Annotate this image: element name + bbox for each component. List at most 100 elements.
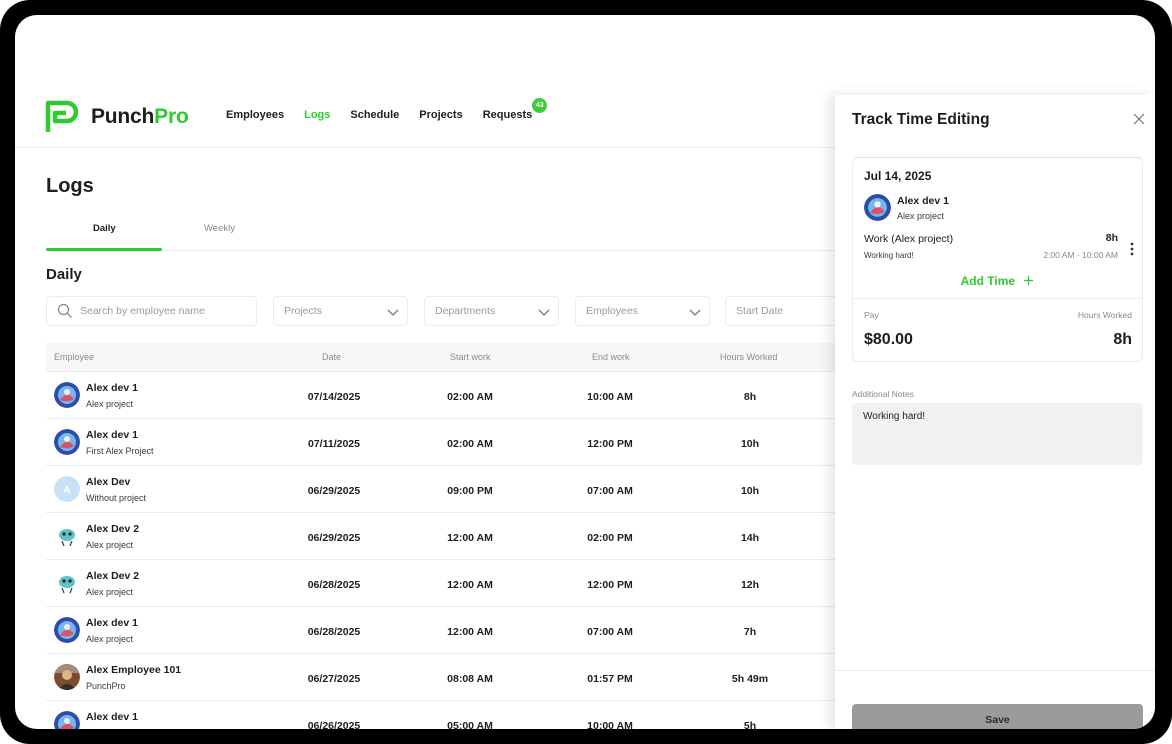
nav-item-employees[interactable]: Employees (226, 109, 284, 121)
additional-notes-field[interactable]: Working hard! (852, 403, 1143, 465)
svg-text:A: A (63, 485, 70, 496)
nav-item-projects[interactable]: Projects (419, 109, 462, 121)
section-title: Daily (46, 266, 82, 283)
departments-select[interactable]: Departments (424, 296, 559, 326)
table-row[interactable]: Alex dev 1 First Alex Project 07/11/2025 02… (46, 419, 836, 466)
column-header-date: Date (322, 352, 342, 362)
work-label: Work (Alex project) (864, 233, 954, 245)
entry-employee-name: Alex dev 1 (897, 195, 949, 207)
column-header-start-work: Start work (450, 352, 491, 362)
avatar (54, 523, 80, 549)
work-time-range: 2:00 AM - 10:00 AM (1043, 250, 1118, 260)
start-date-placeholder: Start Date (736, 305, 784, 317)
employee-name: Alex dev 1 (86, 429, 138, 441)
column-header-hours-worked: Hours Worked (720, 352, 778, 362)
cell-end-work: 07:00 AM (587, 626, 633, 638)
avatar (54, 617, 80, 643)
add-time-label: Add Time (960, 274, 1016, 288)
avatar (54, 664, 80, 690)
cell-start-work: 12:00 AM (447, 579, 493, 591)
cell-end-work: 07:00 AM (587, 485, 633, 497)
photo-avatar-icon (864, 194, 891, 221)
chevron-down-icon (689, 309, 701, 316)
cell-end-work: 12:00 PM (587, 579, 633, 591)
cell-start-work: 12:00 AM (447, 532, 493, 544)
table-header: Employee Date Start work End work Hours … (46, 343, 836, 372)
cell-hours-worked: 12h (740, 579, 760, 591)
search-input[interactable]: Search by employee name (46, 296, 257, 326)
table-row[interactable]: Alex dev 1 Alex project 07/14/2025 02:00 AM… (46, 372, 836, 419)
employee-name: Alex dev 1 (86, 711, 138, 723)
entry-date: Jul 14, 2025 (864, 169, 932, 183)
photo-avatar-icon (54, 711, 80, 729)
cell-start-work: 12:00 AM (447, 626, 493, 638)
cell-start-work: 08:08 AM (447, 673, 493, 685)
avatar (54, 711, 80, 729)
tab-weekly[interactable]: Weekly (204, 223, 235, 234)
cell-start-work: 05:00 AM (447, 720, 493, 729)
tab-daily[interactable]: Daily (93, 223, 116, 234)
table-row[interactable]: A Alex Dev Without project 06/29/2025 09:00 … (46, 466, 836, 513)
employees-select-label: Employees (586, 305, 638, 317)
avatar (54, 429, 80, 455)
active-tab-indicator (46, 248, 162, 251)
avatar (864, 194, 891, 221)
avatar (54, 570, 80, 596)
nav-item-requests-label: Requests (482, 109, 533, 121)
brand-name-part1: Punch (91, 105, 155, 128)
table-row[interactable]: Alex dev 1 Alex project 06/28/2025 12:00 AM… (46, 607, 836, 654)
avatar: A (54, 476, 80, 502)
initial-avatar-icon: A (54, 476, 80, 502)
departments-select-label: Departments (435, 305, 496, 317)
cell-end-work: 02:00 PM (587, 532, 633, 544)
logs-table: Employee Date Start work End work Hours … (46, 343, 836, 729)
cell-date: 06/28/2025 (307, 579, 361, 591)
pay-label: Pay (864, 310, 879, 320)
close-icon[interactable] (1133, 113, 1145, 125)
cell-start-work: 02:00 AM (447, 391, 493, 403)
column-header-employee: Employee (54, 352, 95, 362)
cell-hours-worked: 10h (740, 438, 760, 450)
projects-select-label: Projects (284, 305, 322, 317)
start-date-input[interactable]: Start Date (725, 296, 836, 326)
cell-date: 07/14/2025 (307, 391, 361, 403)
cell-hours-worked: 5h 49m (731, 673, 769, 685)
view-tabs: Daily Weekly (46, 220, 836, 251)
table-row[interactable]: Alex Employee 101 PunchPro 06/27/2025 08:08… (46, 654, 836, 701)
time-entry-card: Jul 14, 2025 Alex dev 1 Alex project Wor… (852, 157, 1143, 362)
table-row[interactable]: Alex Dev 2 Alex project 06/29/2025 12:00 AM… (46, 513, 836, 560)
plus-icon (1024, 275, 1034, 286)
main-nav: Employees Logs Schedule Projects Request… (226, 98, 552, 121)
nav-item-requests[interactable]: Requests 43 (482, 98, 548, 121)
table-row[interactable]: Alex Dev 2 Alex project 06/28/2025 12:00 AM… (46, 560, 836, 607)
employee-name: Alex Dev 2 (86, 570, 140, 582)
brand-wordmark: PunchPro (91, 105, 189, 129)
cell-end-work: 01:57 PM (587, 673, 633, 685)
cell-start-work: 09:00 PM (447, 485, 493, 497)
employee-name: Alex Dev (86, 476, 131, 488)
avatar (54, 382, 80, 408)
employee-project: Alex project (86, 540, 134, 550)
more-options-icon[interactable] (1130, 242, 1134, 256)
card-divider (853, 298, 1142, 299)
pay-value: $80.00 (864, 331, 913, 348)
work-note: Working hard! (864, 251, 914, 260)
nav-item-schedule[interactable]: Schedule (350, 109, 399, 121)
projects-select[interactable]: Projects (273, 296, 408, 326)
add-time-button[interactable]: Add Time (853, 274, 1142, 288)
employee-project: Without project (86, 493, 147, 503)
employees-select[interactable]: Employees (575, 296, 710, 326)
cell-date: 06/29/2025 (307, 532, 361, 544)
cell-end-work: 10:00 AM (587, 720, 633, 729)
employee-project: PunchPro (86, 681, 126, 691)
cell-date: 06/26/2025 (307, 720, 361, 729)
brand-logo[interactable]: PunchPro (45, 100, 189, 134)
chevron-down-icon (538, 309, 550, 316)
table-row[interactable]: Alex dev 1 06/26/2025 05:00 AM 10:00 AM 5h (46, 701, 836, 729)
nav-item-logs[interactable]: Logs (304, 109, 330, 121)
hours-worked-value: 8h (1113, 331, 1132, 348)
save-button[interactable]: Save (852, 704, 1143, 729)
drawer-footer-divider (835, 670, 1155, 671)
table-body: Alex dev 1 Alex project 07/14/2025 02:00 AM… (46, 372, 836, 729)
employee-name: Alex dev 1 (86, 617, 138, 629)
